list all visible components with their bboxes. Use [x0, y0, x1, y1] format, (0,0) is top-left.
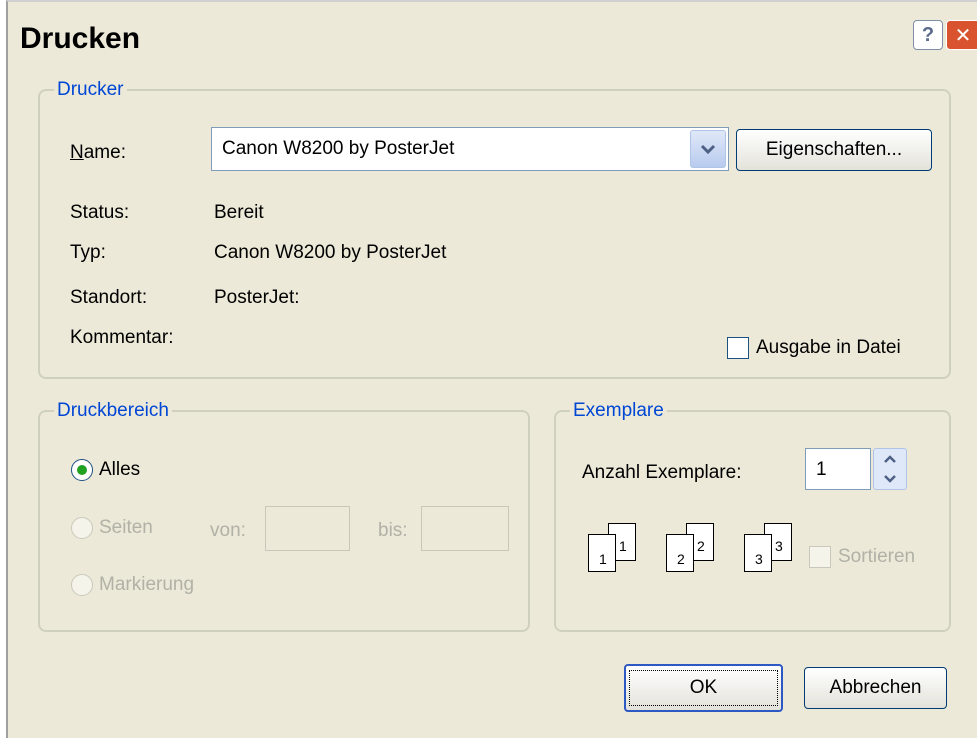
close-button[interactable]: ✕ — [946, 20, 977, 50]
title-bar[interactable]: Drucken ? ✕ — [8, 2, 977, 76]
print-to-file-checkbox[interactable] — [727, 337, 749, 359]
print-to-file-label[interactable]: Ausgabe in Datei — [756, 337, 901, 359]
location-label: Standort: — [70, 287, 148, 308]
close-icon: ✕ — [954, 24, 972, 47]
printer-group-legend: Drucker — [57, 79, 124, 100]
range-pages-radio[interactable] — [71, 517, 93, 539]
copies-count-input[interactable]: 1 — [805, 448, 871, 490]
collate-checkbox[interactable] — [809, 546, 831, 568]
to-page-input[interactable] — [421, 506, 509, 551]
help-button[interactable]: ? — [913, 20, 943, 50]
spin-up-button[interactable] — [874, 449, 906, 469]
dropdown-arrow-button[interactable] — [690, 130, 726, 168]
radio-selected-dot — [77, 465, 87, 475]
spin-down-button[interactable] — [874, 469, 906, 489]
type-value: Canon W8200 by PosterJet — [214, 242, 447, 263]
page-icon-1-front: 1 — [588, 534, 616, 572]
printer-name-select[interactable]: Canon W8200 by PosterJet — [211, 127, 729, 171]
page-icon-3-front: 3 — [744, 534, 772, 572]
chevron-down-icon — [884, 475, 896, 483]
copies-spinner[interactable] — [873, 448, 907, 490]
chevron-up-icon — [884, 455, 896, 463]
copies-count-label: Anzahl Exemplare: — [582, 462, 742, 483]
range-pages-label[interactable]: Seiten — [99, 517, 153, 539]
copies-legend: Exemplare — [573, 400, 664, 421]
status-value: Bereit — [214, 202, 264, 223]
from-label: von: — [210, 520, 246, 541]
chevron-down-icon — [700, 144, 716, 155]
location-value: PosterJet: — [214, 287, 300, 308]
dialog-title: Drucken — [20, 22, 141, 55]
printer-name-value: Canon W8200 by PosterJet — [222, 138, 455, 159]
ok-button-label: OK — [628, 670, 779, 706]
cancel-button[interactable]: Abbrechen — [804, 667, 947, 709]
printer-name-label: Name: — [70, 142, 126, 163]
cancel-button-label: Abbrechen — [829, 677, 922, 698]
range-selection-radio[interactable] — [71, 574, 93, 596]
type-label: Typ: — [70, 242, 106, 263]
properties-button-label: Eigenschaften... — [765, 139, 903, 160]
printer-name-label-rest: ame: — [83, 142, 126, 163]
copies-group: Exemplare — [554, 400, 951, 632]
properties-button[interactable]: Eigenschaften... — [736, 129, 932, 171]
collate-label[interactable]: Sortieren — [838, 546, 915, 568]
printer-group: Drucker — [38, 79, 951, 379]
to-label: bis: — [378, 520, 408, 541]
range-all-radio[interactable] — [71, 459, 93, 481]
copies-count-value: 1 — [816, 459, 827, 480]
print-range-legend: Druckbereich — [57, 400, 169, 421]
status-label: Status: — [70, 202, 130, 223]
page-icon-2-front: 2 — [666, 534, 694, 572]
range-all-label[interactable]: Alles — [99, 459, 140, 481]
ok-button[interactable]: OK — [624, 664, 783, 712]
range-selection-label[interactable]: Markierung — [99, 574, 194, 596]
from-page-input[interactable] — [265, 506, 350, 551]
comment-label: Kommentar: — [70, 327, 174, 348]
print-dialog: Drucken ? ✕ Drucker Name: Canon W8200 by… — [6, 0, 977, 738]
